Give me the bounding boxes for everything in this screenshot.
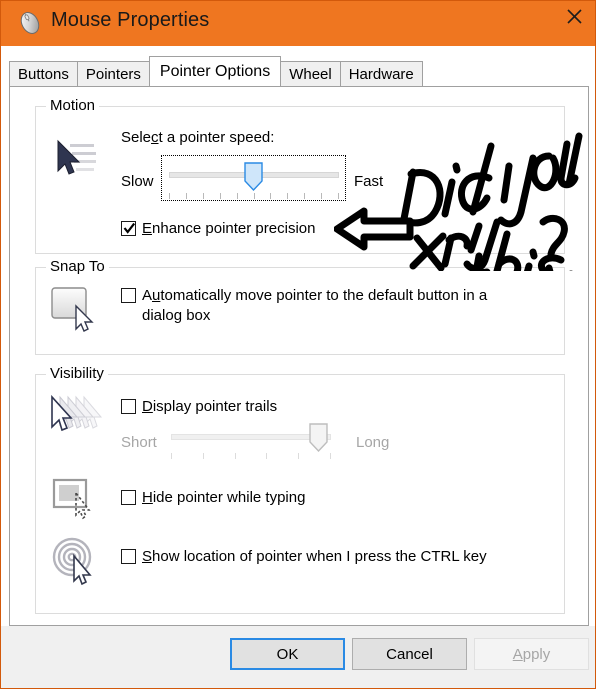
- auto-move-pointer-row[interactable]: Automatically move pointer to the defaul…: [121, 286, 541, 326]
- tab-pointer-options[interactable]: Pointer Options: [148, 56, 282, 86]
- show-pointer-location-label[interactable]: Show location of pointer when I press th…: [142, 547, 487, 567]
- pointer-trails-slider[interactable]: [166, 419, 346, 459]
- fast-label: Fast: [354, 173, 384, 190]
- apply-rest: pply: [522, 645, 551, 663]
- show-accel: S: [142, 548, 153, 565]
- trails-slider-thumb[interactable]: [309, 423, 328, 453]
- auto-move-pointer-checkbox[interactable]: [121, 288, 136, 303]
- tab-hardware[interactable]: Hardware: [339, 61, 423, 86]
- hide-pointer-typing-checkbox[interactable]: [121, 490, 136, 505]
- snap-to-group: Snap To Automatically move pointer to th…: [35, 258, 565, 355]
- show-pointer-location-row[interactable]: Show location of pointer when I press th…: [121, 547, 487, 567]
- dialog-button-bar: OK Cancel Apply: [1, 626, 595, 688]
- apply-button[interactable]: Apply: [474, 638, 589, 670]
- ok-button[interactable]: OK: [230, 638, 345, 670]
- pointer-trails-icon: [48, 393, 104, 446]
- apply-accel: A: [512, 645, 523, 663]
- show-pointer-location-checkbox[interactable]: [121, 549, 136, 564]
- motion-group: Motion Select a pointer speed: Slow Fast…: [35, 97, 565, 254]
- tab-strip: Buttons Pointers Pointer Options Wheel H…: [9, 56, 423, 86]
- display-pointer-trails-row[interactable]: Display pointer trails: [121, 397, 277, 417]
- enhance-accel: E: [142, 220, 153, 237]
- show-rest: how location of pointer when I press the…: [152, 548, 487, 565]
- ctrl-key-locate-icon: [51, 536, 103, 591]
- pointer-speed-caption: Select a pointer speed:: [121, 129, 274, 146]
- check-icon: [123, 222, 136, 234]
- speed-slider-ticks: [169, 193, 339, 200]
- title-bar: Mouse Properties: [1, 1, 595, 46]
- mouse-properties-window: Mouse Properties Buttons Pointers Pointe…: [0, 0, 596, 689]
- close-icon[interactable]: [551, 1, 595, 31]
- caption-post: t a pointer speed:: [158, 129, 275, 146]
- cancel-button[interactable]: Cancel: [352, 638, 467, 670]
- hide-pointer-typing-row[interactable]: Hide pointer while typing: [121, 488, 305, 508]
- display-pointer-trails-checkbox[interactable]: [121, 399, 136, 414]
- tab-wheel[interactable]: Wheel: [280, 61, 341, 86]
- enhance-pointer-precision-checkbox[interactable]: [121, 221, 136, 236]
- pointer-speed-slider[interactable]: [161, 155, 346, 201]
- enhance-pointer-precision-label[interactable]: Enhance pointer precision: [142, 219, 315, 239]
- auto-move-rest: tomatically move pointer to the default …: [160, 287, 488, 304]
- hide-accel: H: [142, 489, 153, 506]
- trails-long-label: Long: [356, 434, 390, 451]
- mouse-icon: [16, 10, 44, 36]
- snap-to-button-icon: [50, 284, 102, 337]
- visibility-group-label: Visibility: [46, 365, 108, 382]
- caption-accel: c: [151, 129, 159, 146]
- hide-pointer-typing-label[interactable]: Hide pointer while typing: [142, 488, 305, 508]
- trails-rest: isplay pointer trails: [152, 398, 278, 415]
- window-title: Mouse Properties: [51, 9, 210, 31]
- visibility-group: Visibility Display pointer trails Short …: [35, 365, 565, 614]
- enhance-pointer-precision-row[interactable]: Enhance pointer precision: [121, 219, 315, 239]
- hide-rest: ide pointer while typing: [152, 489, 306, 506]
- snap-to-group-label: Snap To: [46, 258, 109, 275]
- tab-pointers[interactable]: Pointers: [76, 61, 150, 86]
- hide-pointer-typing-icon: [52, 477, 102, 530]
- speed-slider-thumb[interactable]: [244, 162, 263, 192]
- motion-group-label: Motion: [46, 97, 100, 114]
- auto-move-pre: A: [142, 287, 153, 304]
- trails-accel: D: [142, 398, 153, 415]
- auto-move-pointer-label[interactable]: Automatically move pointer to the defaul…: [142, 286, 487, 326]
- slow-label: Slow: [121, 173, 154, 190]
- auto-move-line2: dialog box: [142, 307, 211, 324]
- display-pointer-trails-label[interactable]: Display pointer trails: [142, 397, 277, 417]
- caption-pre: Sele: [121, 129, 152, 146]
- trails-short-label: Short: [121, 434, 157, 451]
- tab-buttons[interactable]: Buttons: [9, 61, 78, 86]
- trails-slider-track[interactable]: [171, 434, 331, 440]
- enhance-rest: nhance pointer precision: [152, 220, 316, 237]
- tab-page-pointer-options: Motion Select a pointer speed: Slow Fast…: [9, 86, 589, 626]
- pointer-speed-icon: [48, 137, 100, 188]
- trails-slider-ticks: [171, 453, 331, 460]
